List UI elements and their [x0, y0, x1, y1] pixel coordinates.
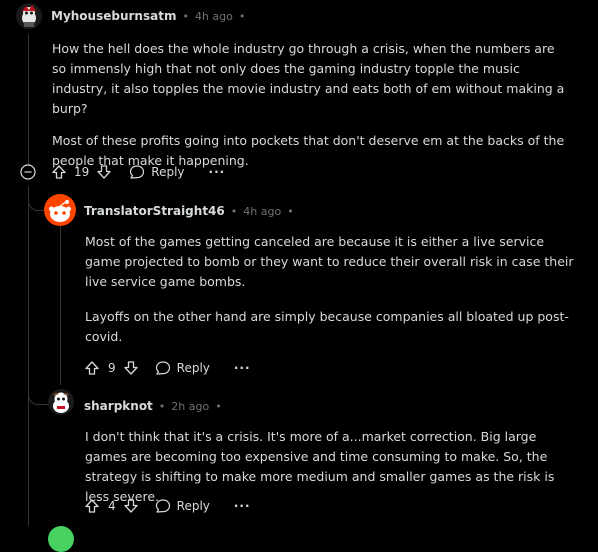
- avatar[interactable]: [44, 194, 76, 226]
- comment-author[interactable]: Myhouseburnsatm: [51, 9, 176, 23]
- comment-body: How the hell does the whole industry go …: [52, 39, 572, 171]
- comment-paragraph: Most of the games getting canceled are b…: [85, 234, 574, 289]
- reply-icon: [155, 498, 171, 514]
- collapse-icon[interactable]: [20, 164, 36, 180]
- upvote-icon[interactable]: [84, 498, 100, 514]
- meta-separator: •: [238, 9, 246, 23]
- more-icon[interactable]: ···: [209, 165, 226, 179]
- comment-body: I don't think that it's a crisis. It's m…: [85, 427, 575, 507]
- reply-button[interactable]: Reply: [155, 498, 210, 514]
- meta-separator: •: [215, 399, 222, 413]
- vote-score: 19: [74, 165, 90, 179]
- reply-button[interactable]: Reply: [155, 360, 210, 376]
- comment-1: Myhouseburnsatm • 4h ago • How the hell …: [0, 0, 598, 190]
- comment-3: sharpknot • 2h ago • I don't think that …: [0, 385, 598, 525]
- avatar[interactable]: [48, 526, 74, 552]
- downvote-icon[interactable]: [123, 360, 139, 376]
- avatar[interactable]: [48, 389, 74, 415]
- downvote-icon[interactable]: [96, 164, 112, 180]
- comment-paragraph: How the hell does the whole industry go …: [52, 41, 565, 116]
- comment-author[interactable]: sharpknot: [84, 399, 153, 413]
- avatar[interactable]: [16, 3, 42, 29]
- downvote-icon[interactable]: [123, 498, 139, 514]
- reply-label: Reply: [176, 499, 210, 513]
- vote-score: 9: [108, 361, 116, 375]
- reply-icon: [129, 164, 145, 180]
- comment-actions: 4 Reply ···: [84, 498, 251, 514]
- comment-body: Most of the games getting canceled are b…: [85, 232, 575, 347]
- reply-label: Reply: [151, 165, 185, 179]
- comment-actions: 19 Reply ···: [20, 164, 225, 180]
- vote-score: 4: [108, 499, 116, 513]
- meta-separator: •: [182, 9, 189, 23]
- more-icon[interactable]: ···: [234, 499, 251, 513]
- comment-actions: 9 Reply ···: [84, 360, 251, 376]
- more-icon[interactable]: ···: [234, 361, 251, 375]
- comment-paragraph: I don't think that it's a crisis. It's m…: [85, 429, 555, 504]
- reply-label: Reply: [176, 361, 210, 375]
- comment-time[interactable]: 4h ago: [243, 205, 281, 218]
- reply-button[interactable]: Reply: [129, 164, 185, 180]
- comment-time[interactable]: 2h ago: [171, 400, 209, 413]
- meta-separator: •: [287, 204, 294, 218]
- comment-author[interactable]: TranslatorStraight46: [84, 204, 225, 218]
- reply-icon: [155, 360, 171, 376]
- comment-2: TranslatorStraight46 • 4h ago • Most of …: [0, 190, 598, 380]
- comment-time[interactable]: 4h ago: [195, 10, 233, 23]
- meta-separator: •: [230, 204, 238, 218]
- upvote-icon[interactable]: [84, 360, 100, 376]
- comment-paragraph: Layoffs on the other hand are simply bec…: [85, 309, 569, 344]
- upvote-icon[interactable]: [51, 164, 67, 180]
- meta-separator: •: [158, 399, 166, 413]
